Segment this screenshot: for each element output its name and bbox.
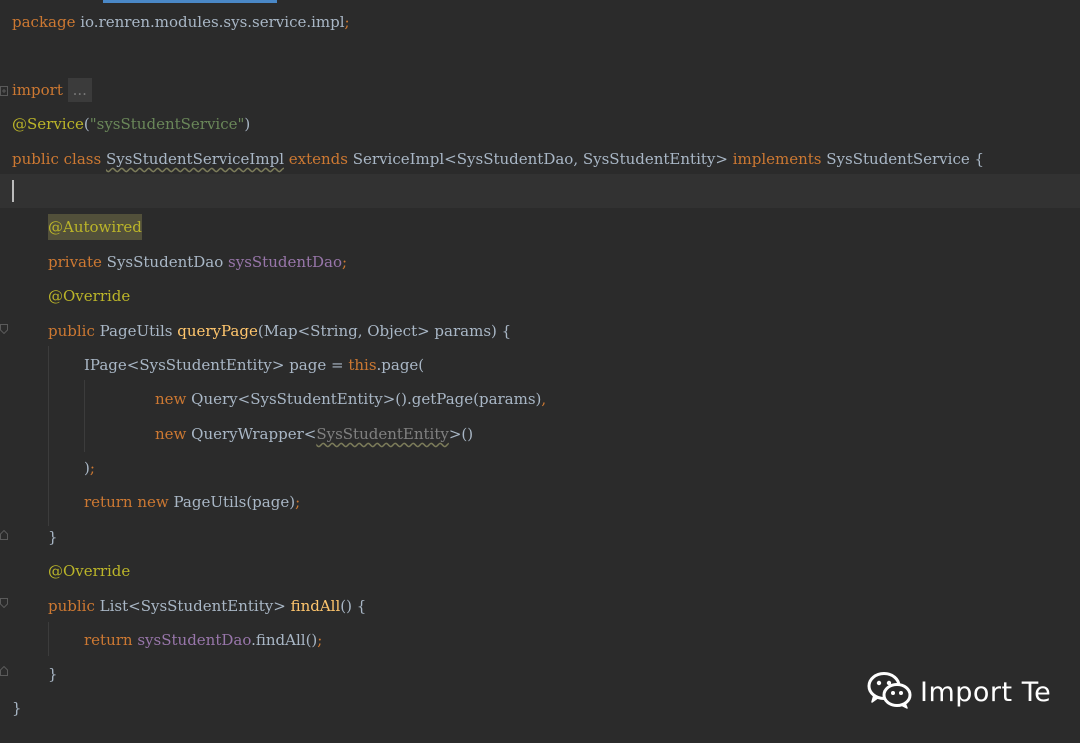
superclass: ServiceImpl<SysStudentDao, SysStudentEnt… — [347, 150, 733, 168]
comma: , — [541, 390, 547, 408]
keyword: public — [48, 597, 95, 615]
annotation: @Service — [12, 115, 84, 133]
watermark-text: Import Te — [920, 676, 1052, 708]
code-line-ipage[interactable]: IPage<SysStudentEntity> page = this.page… — [84, 348, 424, 382]
interface-name: SysStudentService { — [821, 150, 985, 168]
keyword: public — [12, 150, 59, 168]
code-line-querypage-signature[interactable]: public PageUtils queryPage(Map<String, O… — [48, 314, 511, 348]
keyword: private — [48, 253, 102, 271]
code-line-override[interactable]: @Override — [48, 554, 130, 588]
type-name: SysStudentDao — [101, 253, 229, 271]
variable-decl: IPage<SysStudentEntity> page = — [84, 356, 349, 374]
code-line-new-query[interactable]: new Query<SysStudentEntity>().getPage(pa… — [155, 382, 546, 416]
watermark: Import Te — [866, 670, 1051, 714]
keyword: return — [84, 493, 133, 511]
current-line-highlight — [0, 174, 1080, 208]
code-line-close-method[interactable]: } — [48, 520, 58, 554]
keyword: extends — [288, 150, 348, 168]
semicolon: ; — [344, 13, 350, 31]
code-line-class-declaration[interactable]: public class SysStudentServiceImpl exten… — [12, 142, 984, 176]
code-line-service-annotation[interactable]: @Service("sysStudentService") — [12, 107, 250, 141]
method-call: .findAll() — [251, 631, 318, 649]
constructor-call: QueryWrapper< — [186, 425, 317, 443]
fold-marker-icon[interactable] — [0, 598, 8, 608]
indent-guide — [48, 622, 49, 656]
brace: } — [12, 699, 22, 717]
keyword: this — [348, 356, 377, 374]
code-line-close-page-call[interactable]: ); — [84, 451, 95, 485]
indent-guide — [84, 380, 85, 452]
fold-marker-icon[interactable] — [0, 324, 8, 334]
code-line-return-findall[interactable]: return sysStudentDao.findAll(); — [84, 623, 322, 657]
code-line-package[interactable]: package io.renren.modules.sys.service.im… — [12, 5, 350, 39]
annotation: @Override — [48, 562, 131, 580]
return-type: List<SysStudentEntity> — [94, 597, 291, 615]
code-line-override[interactable]: @Override — [48, 279, 130, 313]
code-line-dao-field[interactable]: private SysStudentDao sysStudentDao; — [48, 245, 347, 279]
code-line-new-querywrapper[interactable]: new QueryWrapper<SysStudentEntity>() — [155, 417, 473, 451]
return-type: PageUtils — [94, 322, 178, 340]
field-name: sysStudentDao — [137, 631, 252, 649]
method-params: () { — [340, 597, 367, 615]
fold-marker-icon[interactable] — [0, 86, 8, 96]
brace: } — [48, 665, 58, 683]
brace: } — [48, 528, 58, 546]
keyword: implements — [732, 150, 822, 168]
constructor-call: Query<SysStudentEntity>().getPage(params… — [186, 390, 542, 408]
fold-marker-icon[interactable] — [0, 666, 8, 676]
method-name: findAll — [290, 597, 341, 615]
code-editor[interactable]: package io.renren.modules.sys.service.im… — [0, 0, 1080, 743]
active-tab-indicator — [103, 0, 277, 3]
field-name: sysStudentDao — [228, 253, 343, 271]
annotation: @Override — [48, 287, 131, 305]
redundant-type-arg: SysStudentEntity — [316, 425, 449, 443]
semicolon: ; — [89, 459, 95, 477]
fold-marker-icon[interactable] — [0, 530, 8, 540]
keyword: public — [48, 322, 95, 340]
constructor-call: PageUtils(page) — [168, 493, 296, 511]
keyword: new — [155, 390, 187, 408]
annotation: @Autowired — [48, 214, 142, 240]
package-name: io.renren.modules.sys.service.impl — [75, 13, 345, 31]
keyword: return — [84, 631, 133, 649]
paren: ) — [244, 115, 251, 133]
code-line-close-class[interactable]: } — [12, 691, 22, 725]
wechat-icon — [866, 670, 914, 714]
method-name: queryPage — [177, 322, 258, 340]
constructor-close: >() — [448, 425, 474, 443]
method-call: .page( — [376, 356, 425, 374]
folded-imports[interactable]: ... — [67, 78, 92, 102]
code-line-findall-signature[interactable]: public List<SysStudentEntity> findAll() … — [48, 589, 366, 623]
semicolon: ; — [342, 253, 348, 271]
code-line-close-method[interactable]: } — [48, 657, 58, 691]
text-caret — [12, 180, 14, 202]
semicolon: ; — [317, 631, 323, 649]
indent-guide — [48, 346, 49, 526]
keyword: import — [12, 81, 63, 99]
keyword: package — [12, 13, 76, 31]
keyword: new — [155, 425, 187, 443]
code-line-return-pageutils[interactable]: return new PageUtils(page); — [84, 485, 300, 519]
semicolon: ; — [295, 493, 301, 511]
code-line-autowired[interactable]: @Autowired — [48, 210, 142, 244]
code-line-import[interactable]: import ... — [12, 73, 92, 107]
keyword: new — [137, 493, 169, 511]
class-name: SysStudentServiceImpl — [105, 150, 284, 168]
method-params: (Map<String, Object> params) { — [257, 322, 512, 340]
keyword: class — [63, 150, 102, 168]
string-literal: "sysStudentService" — [89, 115, 245, 133]
